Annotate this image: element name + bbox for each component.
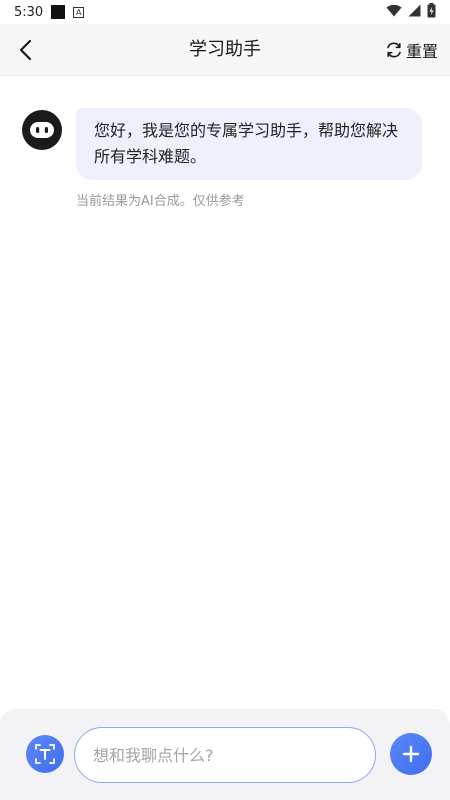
notification-a-icon: A	[73, 6, 85, 18]
assistant-message-bubble: 您好，我是您的专属学习助手，帮助您解决所有学科难题。	[76, 108, 422, 180]
add-button[interactable]	[390, 733, 432, 775]
assistant-avatar	[22, 110, 62, 150]
status-bar: 5:30 A	[0, 0, 450, 24]
status-time: 5:30	[14, 4, 44, 20]
chat-area[interactable]: 您好，我是您的专属学习助手，帮助您解决所有学科难题。 当前结果为AI合成。仅供参…	[0, 77, 450, 709]
ai-disclaimer: 当前结果为AI合成。仅供参考	[76, 194, 245, 209]
battery-icon	[427, 2, 436, 22]
back-button[interactable]	[12, 36, 40, 64]
plus-icon	[402, 745, 420, 763]
refresh-icon	[387, 42, 401, 58]
notification-square-icon	[51, 5, 66, 19]
status-right	[386, 2, 436, 22]
app-screen: 5:30 A 学习助手 重置 您好，我是您的专属学习助手，帮助您解决所有学科难题…	[0, 0, 450, 800]
chat-input[interactable]	[74, 727, 376, 783]
robot-face-icon	[30, 122, 54, 138]
reset-button[interactable]: 重置	[385, 38, 438, 62]
chevron-left-icon	[19, 39, 32, 61]
status-left: 5:30 A	[14, 4, 85, 20]
reset-label: 重置	[405, 42, 438, 61]
page-title: 学习助手	[189, 39, 261, 60]
wifi-icon	[386, 4, 402, 21]
input-bar	[0, 709, 450, 800]
header: 学习助手 重置	[0, 24, 450, 76]
signal-icon	[408, 4, 421, 21]
text-scan-icon	[35, 744, 55, 764]
text-recognition-button[interactable]	[26, 735, 64, 773]
